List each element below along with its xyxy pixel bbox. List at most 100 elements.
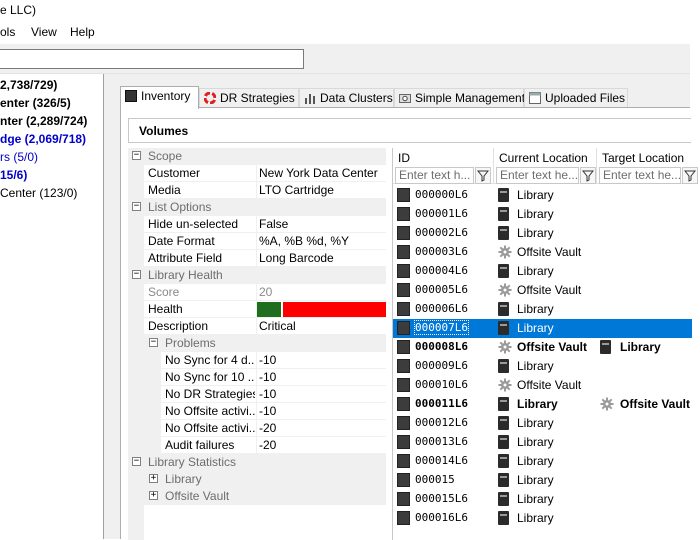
property-value[interactable]: Long Barcode [259,251,385,265]
property-row[interactable]: No DR Strategies -10 [128,386,386,403]
table-row[interactable]: 000012L6 Library [393,414,692,433]
tab-simple-management[interactable]: Simple Management [394,88,525,108]
table-row[interactable]: 000010L6 Offsite Vault [393,376,692,395]
property-row[interactable]: Health [128,301,386,318]
property-row[interactable]: Audit failures -20 [128,437,386,454]
property-grid: − Scope Customer New York Data Center Me… [128,148,386,540]
filter-icon[interactable] [475,167,491,184]
property-value[interactable]: -10 [259,353,385,367]
property-value[interactable]: LTO Cartridge [259,183,385,197]
table-row[interactable]: 000009L6 Library [393,357,692,376]
property-row[interactable]: Media LTO Cartridge [128,182,386,199]
tab-dr-strategies[interactable]: DR Strategies [199,88,299,108]
category-problems[interactable]: − Problems [128,335,386,352]
category-title: Library Health [148,268,223,282]
current-location: Library [517,359,554,373]
column-header-current-location[interactable]: Current Location Enter text he... [494,148,597,184]
collapse-icon[interactable]: − [132,202,141,211]
table-row[interactable]: 000001L6 Library [393,205,692,224]
tape-icon [397,302,410,316]
window-title: e LLC) [0,3,37,17]
library-icon [498,454,509,468]
expand-icon[interactable]: + [149,491,158,500]
property-value[interactable]: -10 [259,370,385,384]
current-location: Offsite Vault [517,340,588,354]
filter-icon[interactable] [682,167,698,184]
property-value[interactable]: -10 [259,387,385,401]
tree-item[interactable]: Center (123/0) [0,186,77,200]
tree-item[interactable]: enter (326/5) [0,96,71,110]
property-value[interactable]: %A, %B %d, %Y [259,234,385,248]
library-icon [600,340,611,354]
table-row[interactable]: 000011L6 Library Offsite Vault [393,395,692,414]
property-row[interactable]: No Offsite activi... -10 [128,403,386,420]
table-row[interactable]: 000008L6 Offsite Vault Library [393,338,692,357]
property-value[interactable]: False [259,217,385,231]
table-row[interactable]: 000006L6 Library [393,300,692,319]
category-list-options[interactable]: − List Options [128,199,386,216]
property-value[interactable]: -10 [259,404,385,418]
library-icon [498,302,509,316]
tab-uploaded-files[interactable]: Uploaded Files [524,88,628,108]
filter-input-target[interactable]: Enter text he... [599,167,681,184]
property-row[interactable]: Hide un-selected False [128,216,386,233]
filter-icon[interactable] [580,167,596,184]
table-row[interactable]: 000005L6 Offsite Vault [393,281,692,300]
property-row[interactable]: Customer New York Data Center [128,165,386,182]
property-row[interactable]: Date Format %A, %B %d, %Y [128,233,386,250]
tab-inventory[interactable]: Inventory [120,86,199,109]
collapse-icon[interactable]: − [149,338,158,347]
tree-item[interactable]: rs (5/0) [0,150,38,164]
table-row[interactable]: 000015 Library [393,471,692,490]
column-header-id[interactable]: ID Enter text h... [393,148,494,184]
property-value[interactable]: New York Data Center [259,166,385,180]
menu-tools[interactable]: ols [0,25,15,39]
category-library-health[interactable]: − Library Health [128,267,386,284]
group-library[interactable]: + Library [128,471,386,488]
menu-help[interactable]: Help [70,25,95,39]
property-label: No DR Strategies [165,387,255,401]
property-row[interactable]: No Sync for 4 d... -10 [128,352,386,369]
column-header-target-location[interactable]: Target Location Enter text he... [597,148,698,184]
tree-item[interactable]: 2,738/729) [0,78,57,92]
filter-input-current[interactable]: Enter text he... [496,167,579,184]
table-row[interactable]: 000016L6 Library [393,509,692,528]
table-row[interactable]: 000007L6 Library [393,319,692,338]
table-row[interactable]: 000013L6 Library [393,433,692,452]
filter-input-id[interactable]: Enter text h... [395,167,474,184]
expand-icon[interactable]: + [149,474,158,483]
tree-item[interactable]: nter (2,289/724) [0,114,87,128]
volume-id: 000013L6 [415,435,468,448]
tab-data-clusters[interactable]: Data Clusters [299,88,394,108]
table-row[interactable]: 000003L6 Offsite Vault [393,243,692,262]
table-row[interactable]: 000015L6 Library [393,490,692,509]
tape-icon [397,378,410,392]
property-value[interactable]: -20 [259,421,385,435]
collapse-icon[interactable]: − [132,457,141,466]
volume-id: 000011L6 [415,397,468,410]
table-row[interactable]: 000000L6 Library [393,186,692,205]
menu-view[interactable]: View [31,25,57,39]
property-row[interactable]: No Sync for 10 ... -10 [128,369,386,386]
tree-item[interactable]: dge (2,069/718) [0,132,86,146]
table-row[interactable]: 000014L6 Library [393,452,692,471]
current-location: Library [517,397,558,411]
property-row[interactable]: Score 20 [128,284,386,301]
collapse-icon[interactable]: − [132,270,141,279]
group-offsite-vault[interactable]: + Offsite Vault [128,488,386,505]
tape-icon [397,226,410,240]
grid-body: 000000L6 Library 000001L6 Library 000002L6 Li… [393,186,692,540]
category-scope[interactable]: − Scope [128,148,386,165]
search-input[interactable] [0,49,304,69]
property-value[interactable]: -20 [259,438,385,452]
collapse-icon[interactable]: − [132,151,141,160]
property-value[interactable]: Critical [259,319,385,333]
property-row[interactable]: Attribute Field Long Barcode [128,250,386,267]
table-row[interactable]: 000004L6 Library [393,262,692,281]
tree-item[interactable]: 15/6) [0,168,27,182]
library-icon [498,226,509,240]
property-row[interactable]: No Offsite activi... -20 [128,420,386,437]
property-row[interactable]: Description Critical [128,318,386,335]
category-library-statistics[interactable]: − Library Statistics [128,454,386,471]
table-row[interactable]: 000002L6 Library [393,224,692,243]
